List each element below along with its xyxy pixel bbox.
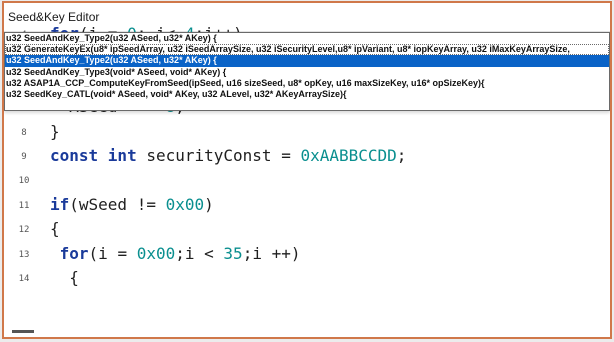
- line-number: 10: [18, 176, 30, 187]
- text-token: securityConst =: [136, 146, 301, 165]
- keyword-token: for: [59, 243, 89, 263]
- code-text: }: [50, 122, 60, 141]
- editor-window: Seed&Key Editor 4for(i = 0; i< 4;i++)5{6…: [2, 1, 612, 339]
- code-text: {: [50, 219, 60, 238]
- code-line[interactable]: 12 {: [4, 218, 610, 242]
- text-token: {: [50, 268, 79, 287]
- text-token: (i =: [88, 243, 137, 263]
- autocomplete-item[interactable]: u32 SeedKey_CATL(void* ASeed, void* AKey…: [5, 89, 609, 100]
- code-line[interactable]: 14 {: [4, 267, 610, 291]
- autocomplete-item[interactable]: u32 ASAP1A_CCP_ComputeKeyFromSeed(ipSeed…: [5, 78, 609, 89]
- code-text: const int securityConst = 0xAABBCCDD;: [50, 146, 406, 165]
- code-line[interactable]: 13 for(i = 0x00;i < 35;i ++): [4, 243, 610, 267]
- text-token: ;i <: [175, 243, 224, 263]
- autocomplete-item[interactable]: u32 SeedAndKey_Type2(u32 ASeed, u32* AKe…: [5, 33, 609, 44]
- autocomplete-popup: u32 SeedAndKey_Type2(u32 ASeed, u32* AKe…: [4, 32, 610, 111]
- number-token: 0x00: [136, 243, 176, 263]
- keyword-token: if: [50, 194, 70, 214]
- number-token: 0x00: [165, 194, 205, 214]
- line-number: 14: [18, 274, 30, 284]
- autocomplete-item[interactable]: u32 SeedAndKey_Type3(void* ASeed, void* …: [5, 67, 609, 78]
- code-text: for(i = 0x00;i < 35;i ++): [50, 243, 301, 263]
- autocomplete-item[interactable]: u32 SeedAndKey_Type2(u32 ASeed, u32* AKe…: [5, 55, 609, 67]
- line-number: 13: [18, 249, 30, 260]
- number-token: 35: [223, 243, 243, 263]
- autocomplete-item[interactable]: u32 GenerateKeyEx(u8* ipSeedArray, u32 i…: [5, 44, 609, 56]
- fold-marker-icon[interactable]: [12, 330, 34, 333]
- code-text: {: [50, 268, 79, 287]
- code-line[interactable]: 11 if(wSeed != 0x00): [4, 194, 610, 218]
- number-token: 0xAABBCCDD: [300, 146, 397, 165]
- code-text: if(wSeed != 0x00): [50, 195, 214, 214]
- line-number: 9: [21, 152, 27, 162]
- line-number: 12: [18, 225, 30, 236]
- text-token: ;i ++): [242, 243, 301, 263]
- text-token: ;: [396, 146, 407, 165]
- text-token: {: [50, 219, 60, 239]
- text-token: }: [50, 121, 60, 141]
- text-token: (wSeed !=: [69, 194, 166, 214]
- text-token: ): [204, 194, 214, 214]
- code-line[interactable]: 9 const int securityConst = 0xAABBCCDD;: [4, 145, 610, 169]
- keyword-token: const int: [50, 146, 137, 165]
- code-line[interactable]: 8}: [4, 121, 610, 145]
- line-number: 8: [21, 127, 27, 138]
- code-line[interactable]: 10: [4, 169, 610, 193]
- line-number: 11: [18, 200, 30, 211]
